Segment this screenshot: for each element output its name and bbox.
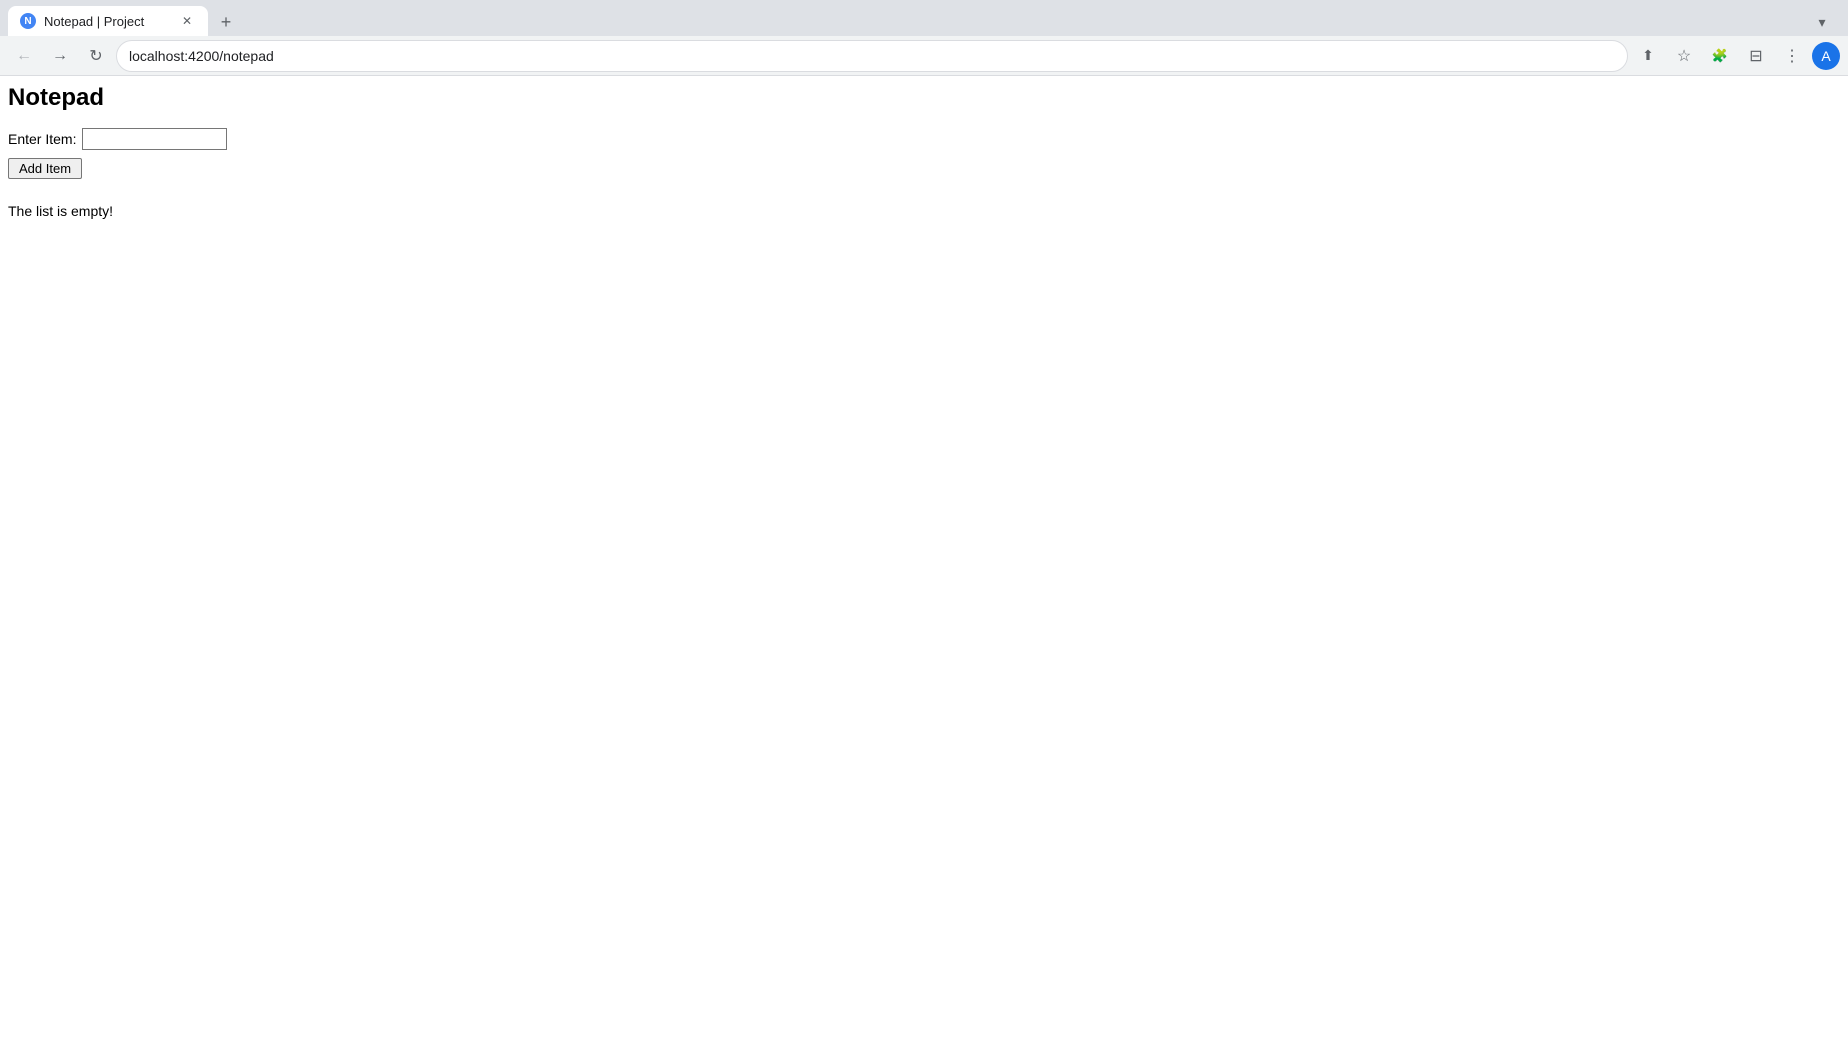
page-content: Notepad Enter Item: Add Item The list is… — [0, 76, 1848, 1016]
tab-favicon: N — [20, 13, 36, 29]
tab-list-dropdown-button[interactable]: ▾ — [1808, 8, 1836, 36]
address-bar-url: localhost:4200/notepad — [129, 48, 1615, 64]
active-tab[interactable]: N Notepad | Project ✕ — [8, 6, 208, 36]
extensions-button[interactable]: 🧩 — [1704, 40, 1736, 72]
enter-item-label: Enter Item: — [8, 131, 76, 147]
nav-bar: ← → ↻ localhost:4200/notepad ⬆ ☆ 🧩 ⊟ — [0, 36, 1848, 76]
tab-bar: N Notepad | Project ✕ + ▾ — [0, 0, 1848, 36]
reload-button[interactable]: ↻ — [80, 40, 112, 72]
add-item-button[interactable]: Add Item — [8, 158, 82, 179]
forward-button[interactable]: → — [44, 40, 76, 72]
sidebar-button[interactable]: ⊟ — [1740, 40, 1772, 72]
back-button[interactable]: ← — [8, 40, 40, 72]
tab-title: Notepad | Project — [44, 14, 170, 29]
nav-right-icons: ⬆ ☆ 🧩 ⊟ ⋮ A — [1632, 40, 1840, 72]
browser-chrome: N Notepad | Project ✕ + ▾ ← → ↻ localhos… — [0, 0, 1848, 76]
profile-avatar[interactable]: A — [1812, 42, 1840, 70]
enter-item-form: Enter Item: — [8, 128, 1840, 150]
page-title: Notepad — [8, 84, 1840, 112]
new-tab-button[interactable]: + — [212, 8, 240, 36]
address-bar[interactable]: localhost:4200/notepad — [116, 40, 1628, 72]
share-button[interactable]: ⬆ — [1632, 40, 1664, 72]
tab-close-button[interactable]: ✕ — [178, 12, 196, 30]
add-item-button-row: Add Item — [8, 158, 1840, 179]
bookmark-button[interactable]: ☆ — [1668, 40, 1700, 72]
enter-item-input[interactable] — [82, 128, 227, 150]
menu-button[interactable]: ⋮ — [1776, 40, 1808, 72]
empty-list-message: The list is empty! — [8, 203, 1840, 219]
